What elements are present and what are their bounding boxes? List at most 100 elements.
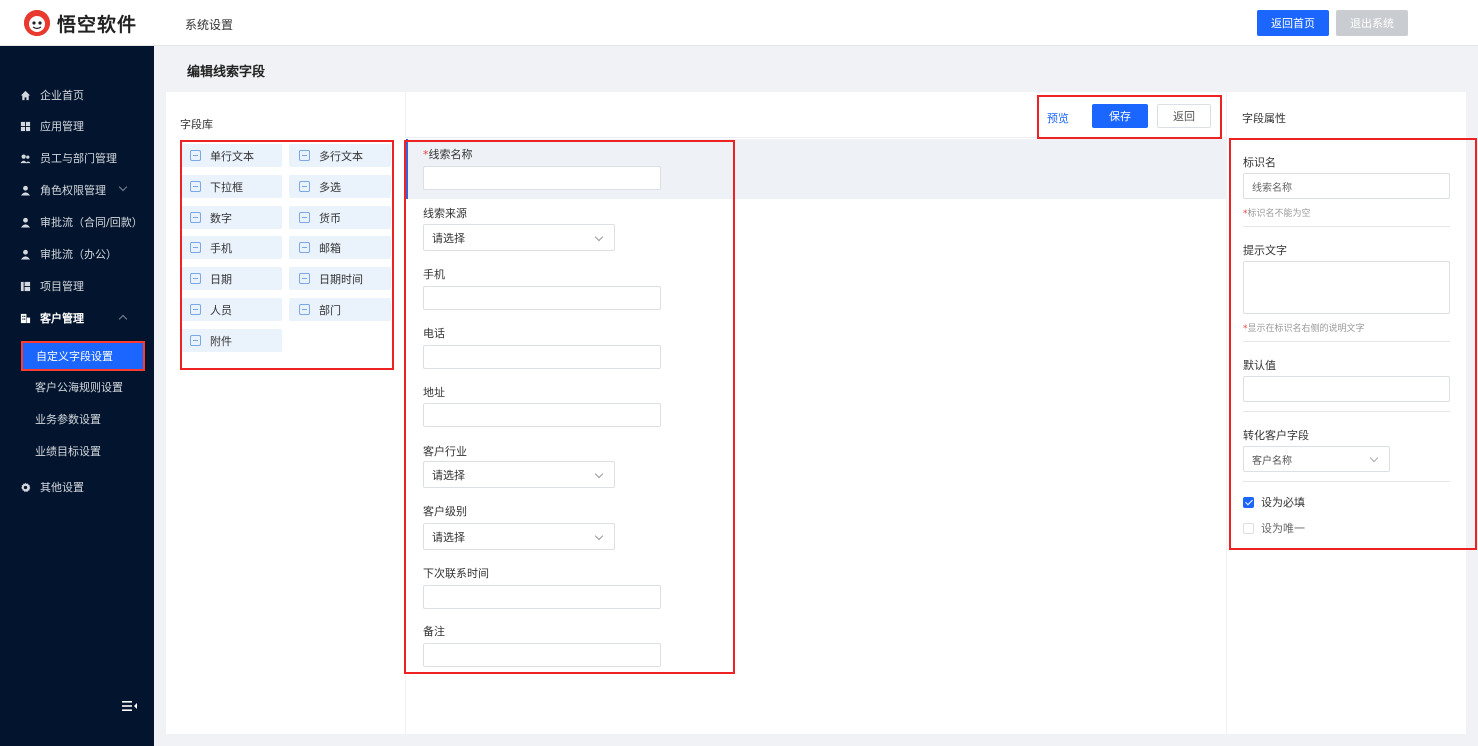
sidebar-item-label: 客户管理 bbox=[40, 312, 84, 325]
preview-link[interactable]: 预览 bbox=[1047, 110, 1069, 126]
field-type-label: 下拉框 bbox=[210, 180, 243, 194]
sidebar-item-staff[interactable]: 员工与部门管理 bbox=[0, 143, 154, 173]
field-type-multi-line-text[interactable]: 多行文本 bbox=[289, 144, 391, 167]
return-home-button[interactable]: 返回首页 bbox=[1257, 10, 1329, 36]
field-type-label: 人员 bbox=[210, 303, 232, 317]
hint-text: 显示在标识名右侧的说明文字 bbox=[1247, 324, 1365, 334]
sidebar-item-home[interactable]: 企业首页 bbox=[0, 80, 154, 110]
remarks-input[interactable] bbox=[423, 643, 661, 667]
sidebar-item-approval-contract[interactable]: 审批流（合同/回款） bbox=[0, 207, 154, 237]
required-checkbox-row[interactable]: 设为必填 bbox=[1243, 494, 1305, 510]
customer-level-select[interactable]: 请选择 bbox=[423, 523, 615, 550]
phone-input[interactable] bbox=[423, 345, 661, 369]
field-type-label: 附件 bbox=[210, 334, 232, 348]
property-default-label: 默认值 bbox=[1243, 359, 1276, 372]
field-type-email[interactable]: 邮箱 bbox=[289, 236, 391, 259]
checkbox-label: 设为唯一 bbox=[1261, 522, 1305, 535]
required-checkbox[interactable] bbox=[1243, 496, 1254, 508]
sidebar-item-projects[interactable]: 项目管理 bbox=[0, 271, 154, 301]
page-title: 编辑线索字段 bbox=[187, 65, 266, 80]
form-field-label: 客户级别 bbox=[423, 505, 467, 518]
property-convert-select[interactable]: 客户名称 bbox=[1243, 446, 1390, 472]
building-icon bbox=[19, 312, 31, 324]
home-icon bbox=[19, 89, 31, 101]
address-input[interactable] bbox=[423, 403, 661, 427]
form-field-label-text: 线索名称 bbox=[428, 148, 473, 161]
sidebar: 企业首页 应用管理 员工与部门管理 角色权限管理 审批流（合同/回款） 审批流（… bbox=[0, 46, 154, 746]
field-type-multi-select[interactable]: 多选 bbox=[289, 175, 391, 198]
field-type-label: 部门 bbox=[319, 303, 341, 317]
field-type-label: 多行文本 bbox=[319, 149, 363, 163]
dropdown-icon bbox=[190, 181, 201, 192]
property-name-hint: *标识名不能为空 bbox=[1243, 206, 1311, 219]
divider bbox=[1243, 341, 1450, 342]
field-type-label: 日期 bbox=[210, 272, 232, 286]
select-value: 客户名称 bbox=[1252, 455, 1292, 467]
unique-checkbox[interactable] bbox=[1243, 522, 1254, 534]
divider bbox=[1243, 226, 1450, 227]
multi-select-icon bbox=[299, 181, 310, 192]
single-line-text-icon bbox=[190, 150, 201, 161]
field-type-phone[interactable]: 手机 bbox=[180, 236, 282, 259]
logo[interactable]: 悟空软件 bbox=[24, 10, 137, 36]
lead-name-input[interactable] bbox=[423, 166, 661, 190]
property-tip-textarea[interactable] bbox=[1243, 261, 1450, 314]
property-default-input[interactable] bbox=[1243, 376, 1450, 402]
sidebar-item-label: 角色权限管理 bbox=[40, 184, 106, 197]
field-type-label: 多选 bbox=[319, 180, 341, 194]
sidebar-item-label: 审批流（合同/回款） bbox=[40, 216, 143, 229]
exit-system-button[interactable]: 退出系统 bbox=[1336, 10, 1408, 36]
field-type-datetime[interactable]: 日期时间 bbox=[289, 267, 391, 290]
field-type-currency[interactable]: 货币 bbox=[289, 206, 391, 229]
hint-text: 标识名不能为空 bbox=[1247, 209, 1311, 219]
field-type-label: 货币 bbox=[319, 211, 341, 225]
user-icon bbox=[19, 248, 31, 260]
field-type-dropdown[interactable]: 下拉框 bbox=[180, 175, 282, 198]
chevron-down-icon bbox=[594, 531, 604, 541]
sidebar-item-roles[interactable]: 角色权限管理 bbox=[0, 175, 154, 205]
field-type-number[interactable]: 数字 bbox=[180, 206, 282, 229]
number-icon bbox=[190, 212, 201, 223]
person-icon bbox=[190, 304, 201, 315]
sidebar-subitem-performance-goals[interactable]: 业绩目标设置 bbox=[0, 436, 154, 466]
save-button[interactable]: 保存 bbox=[1092, 104, 1148, 128]
chevron-up-icon bbox=[118, 314, 128, 324]
sidebar-item-label: 应用管理 bbox=[40, 120, 84, 133]
property-name-input[interactable]: 线索名称 bbox=[1243, 173, 1450, 199]
next-contact-time-input[interactable] bbox=[423, 585, 661, 609]
lead-source-select[interactable]: 请选择 bbox=[423, 224, 615, 251]
date-icon bbox=[190, 273, 201, 284]
nav-title[interactable]: 系统设置 bbox=[185, 16, 233, 33]
sidebar-item-apps[interactable]: 应用管理 bbox=[0, 111, 154, 141]
unique-checkbox-row[interactable]: 设为唯一 bbox=[1243, 520, 1305, 536]
field-type-person[interactable]: 人员 bbox=[180, 298, 282, 321]
sidebar-item-other[interactable]: 其他设置 bbox=[0, 472, 154, 502]
field-type-date[interactable]: 日期 bbox=[180, 267, 282, 290]
form-field-label: *线索名称 bbox=[423, 146, 473, 162]
mobile-input[interactable] bbox=[423, 286, 661, 310]
property-name-label: 标识名 bbox=[1243, 156, 1276, 169]
sidebar-item-label: 其他设置 bbox=[40, 481, 84, 494]
logo-text: 悟空软件 bbox=[57, 13, 138, 36]
sidebar-item-customers[interactable]: 客户管理 bbox=[0, 303, 154, 333]
property-name-value: 线索名称 bbox=[1252, 182, 1292, 194]
sidebar-subitem-custom-fields[interactable]: 自定义字段设置 bbox=[21, 341, 145, 371]
checkbox-label: 设为必填 bbox=[1261, 496, 1305, 509]
multi-line-text-icon bbox=[299, 150, 310, 161]
top-bar: 悟空软件 系统设置 返回首页 退出系统 bbox=[0, 0, 1478, 46]
field-type-department[interactable]: 部门 bbox=[289, 298, 391, 321]
field-type-single-line-text[interactable]: 单行文本 bbox=[180, 144, 282, 167]
divider bbox=[406, 137, 1226, 138]
property-tip-label: 提示文字 bbox=[1243, 244, 1287, 257]
sidebar-item-approval-office[interactable]: 审批流（办公） bbox=[0, 239, 154, 269]
back-button[interactable]: 返回 bbox=[1157, 104, 1211, 128]
sidebar-subitem-pool-rules[interactable]: 客户公海规则设置 bbox=[0, 372, 154, 402]
collapse-sidebar-icon[interactable] bbox=[122, 700, 138, 712]
property-tip-hint: *显示在标识名右侧的说明文字 bbox=[1243, 321, 1365, 334]
sidebar-item-label: 项目管理 bbox=[40, 280, 84, 293]
select-placeholder: 请选择 bbox=[432, 468, 465, 482]
field-type-attachment[interactable]: 附件 bbox=[180, 329, 282, 352]
industry-select[interactable]: 请选择 bbox=[423, 461, 615, 488]
chevron-down-icon bbox=[1369, 453, 1379, 463]
sidebar-subitem-business-params[interactable]: 业务参数设置 bbox=[0, 404, 154, 434]
